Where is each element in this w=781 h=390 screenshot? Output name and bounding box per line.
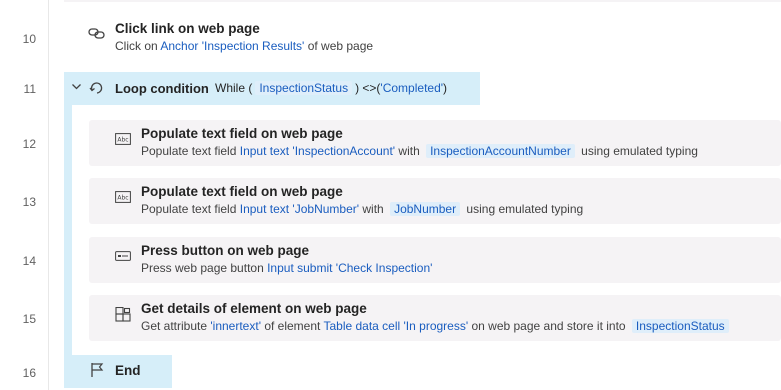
ui-element-link[interactable]: Input text 'InspectionAccount': [240, 144, 395, 158]
desc-text: ): [443, 81, 448, 95]
chevron-down-icon[interactable]: [71, 81, 82, 95]
step-loop-condition[interactable]: Loop condition While (InspectionStatus) …: [64, 72, 480, 105]
value-token: 'Completed': [380, 81, 444, 95]
step-title: Loop condition: [115, 81, 209, 96]
loop-icon: [88, 79, 106, 102]
line-number: 14: [22, 254, 36, 268]
desc-text: Get attribute: [141, 319, 211, 333]
step-press-button[interactable]: Press button on web page Press web page …: [89, 237, 781, 283]
previous-step-card-edge: [64, 0, 781, 2]
step-title: Click link on web page: [115, 21, 260, 36]
desc-text: with: [395, 144, 424, 158]
desc-text: on web page and store it into: [468, 319, 629, 333]
step-end[interactable]: End: [64, 355, 172, 388]
step-title: Press button on web page: [141, 243, 310, 258]
line-number: 11: [23, 82, 36, 96]
desc-text: of web page: [304, 39, 374, 53]
variable-token[interactable]: InspectionStatus: [255, 81, 353, 95]
text-field-icon: Abc: [115, 132, 131, 150]
svg-text:Abc: Abc: [117, 137, 128, 144]
line-number: 15: [22, 312, 36, 326]
line-number: 10: [22, 32, 36, 46]
step-description: Click on Anchor 'Inspection Results' of …: [115, 39, 373, 53]
variable-token[interactable]: JobNumber: [390, 202, 461, 216]
desc-text: ) <>(: [355, 81, 381, 95]
ui-element-link[interactable]: Input submit 'Check Inspection': [267, 261, 432, 275]
flag-icon: [90, 362, 104, 383]
step-populate-text-field[interactable]: Abc Populate text field on web page Popu…: [89, 178, 781, 224]
line-number: 12: [22, 137, 36, 151]
step-description: Get attribute 'innertext' of element Tab…: [141, 319, 732, 333]
desc-text: Click on: [115, 39, 161, 53]
desc-text: Populate text field: [141, 202, 240, 216]
ui-element-link[interactable]: Input text 'JobNumber': [240, 202, 359, 216]
step-title: Populate text field on web page: [141, 126, 343, 141]
line-number: 16: [22, 366, 36, 380]
link-icon: [88, 26, 106, 45]
loop-condition-text: While (InspectionStatus) <>('Completed'): [215, 81, 447, 95]
variable-token[interactable]: InspectionAccountNumber: [426, 144, 575, 158]
desc-text: with: [359, 202, 388, 216]
desc-text: of element: [260, 319, 324, 333]
desc-text: While (: [215, 81, 253, 95]
element-details-icon: [115, 306, 131, 328]
step-title: Populate text field on web page: [141, 184, 343, 199]
step-populate-text-field[interactable]: Abc Populate text field on web page Popu…: [89, 120, 781, 166]
desc-text: Press web page button: [141, 261, 268, 275]
variable-token[interactable]: InspectionStatus: [631, 319, 729, 333]
step-description: Populate text field Input text 'JobNumbe…: [141, 202, 583, 216]
step-get-element-details[interactable]: Get details of element on web page Get a…: [89, 295, 781, 341]
desc-text: using emulated typing: [463, 202, 584, 216]
desc-text: Populate text field: [141, 144, 240, 158]
step-description: Press web page button Input submit 'Chec…: [141, 261, 432, 275]
ui-element-link[interactable]: Table data cell 'In progress': [323, 319, 468, 333]
text-field-icon: Abc: [115, 190, 131, 208]
ui-element-link[interactable]: Anchor 'Inspection Results': [160, 39, 304, 53]
loop-body-indicator: [64, 105, 72, 355]
step-title: Get details of element on web page: [141, 301, 367, 316]
step-description: Populate text field Input text 'Inspecti…: [141, 144, 698, 158]
step-click-link[interactable]: Click link on web page Click on Anchor '…: [64, 12, 781, 64]
button-icon: [115, 249, 131, 267]
step-title: End: [115, 363, 141, 378]
desc-text: using emulated typing: [577, 144, 698, 158]
svg-text:Abc: Abc: [117, 195, 128, 202]
line-number: 13: [22, 195, 36, 209]
attribute-token: 'innertext': [210, 319, 261, 333]
